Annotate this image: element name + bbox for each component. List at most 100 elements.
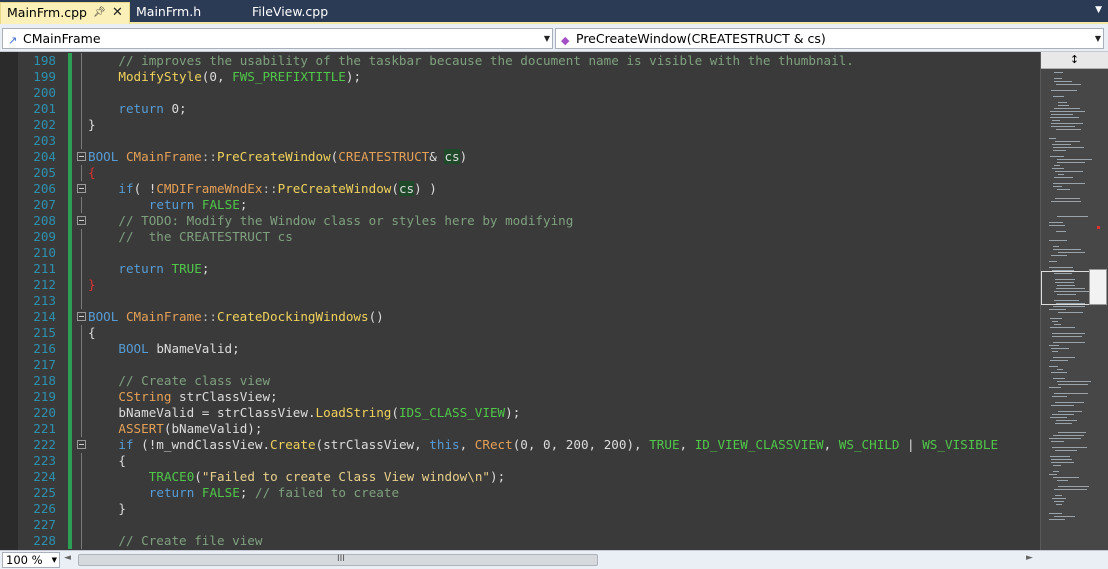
code-line[interactable]: 226} [0,501,1040,517]
scroll-map-line [1051,405,1074,406]
code-token: ; [239,485,255,500]
scroll-map-thumb[interactable] [1089,269,1107,305]
class-combo-value: CMainFrame [23,31,101,46]
scroll-map-line [1051,126,1075,127]
line-number: 228 [33,533,56,548]
tab-fileview-cpp[interactable]: FileView.cpp [246,2,356,24]
change-marker [68,213,72,229]
scroll-map-line [1049,261,1057,262]
code-text: // the CREATESTRUCT cs [118,229,292,245]
code-text: return 0; [118,101,186,117]
line-number: 206 [33,181,56,196]
zoom-value: 100 % [6,553,43,567]
code-line[interactable]: 221 ASSERT(bNameValid); [0,421,1040,437]
code-line[interactable]: 222 if (!m_wndClassView.Create(strClassVi… [0,437,1040,453]
scroll-map-line [1049,474,1057,475]
code-line[interactable]: 210 [0,245,1040,261]
scroll-map-line [1054,273,1072,274]
change-marker [68,389,72,405]
tab-label: MainFrm.cpp [7,5,87,20]
collapse-icon[interactable] [77,440,86,449]
member-combo-value: PreCreateWindow(CREATESTRUCT & cs) [576,31,826,46]
code-token: bNameValid = strClassView. [118,405,316,420]
code-token: // the CREATESTRUCT cs [118,229,293,244]
scroll-right-icon[interactable]: ► [1026,553,1033,563]
chevron-down-icon[interactable]: ▼ [1095,29,1101,48]
code-token: CreateDockingWindows [216,309,369,324]
code-editor[interactable]: 198 // improves the usability of the task… [0,52,1040,550]
code-line[interactable]: 206 if( !CMDIFrameWndEx::PreCreateWindow(… [0,181,1040,197]
scroll-map-line [1051,348,1069,349]
code-line[interactable]: 228 // Create file view [0,533,1040,549]
code-token: PreCreateWindow [277,181,392,196]
code-line[interactable]: 198 // improves the usability of the task… [0,53,1040,69]
code-line[interactable]: 215 { [0,325,1040,341]
code-token: WS_CHILD [838,437,900,452]
code-line[interactable]: 214 BOOL CMainFrame::CreateDockingWindows… [0,309,1040,325]
code-line[interactable]: 212} [0,277,1040,293]
horizontal-scrollbar-thumb[interactable]: III [78,554,598,566]
chevron-down-icon[interactable]: ▼ [52,553,57,567]
scroll-grip: III [337,554,345,564]
zoom-combo[interactable]: 100 % ▼ [2,552,60,568]
scroll-left-icon[interactable]: ◄ [64,553,71,563]
tab-mainfrm-h[interactable]: MainFrm.h [130,2,240,24]
code-line[interactable]: 224 TRACE0("Failed to create Class View w… [0,469,1040,485]
code-line[interactable]: 203 [0,133,1040,149]
code-token: , [823,437,839,452]
scroll-map[interactable]: ↕ [1040,52,1108,550]
scroll-map-line [1051,462,1074,463]
code-text: return TRUE; [118,261,209,277]
code-line[interactable]: 205 { [0,165,1040,181]
code-line[interactable]: 207 return FALSE; [0,197,1040,213]
scroll-map-line [1056,288,1085,289]
code-line[interactable]: 217 [0,357,1040,373]
code-line[interactable]: 218 // Create class view [0,373,1040,389]
line-number: 200 [33,85,56,100]
code-token: 0; [163,101,187,116]
code-line[interactable]: 225 return FALSE; // failed to create [0,485,1040,501]
code-line[interactable]: 201 return 0; [0,101,1040,117]
code-line[interactable]: 204 BOOL CMainFrame::PreCreateWindow(CREA… [0,149,1040,165]
tab-list-dropdown-icon[interactable]: ▼ [1095,5,1102,15]
code-line[interactable]: 200 [0,85,1040,101]
code-token: { [88,165,96,180]
member-combo[interactable]: ◆ PreCreateWindow(CREATESTRUCT & cs) ▼ [555,28,1104,49]
class-combo[interactable]: ↗ CMainFrame ▼ [2,28,553,49]
code-line[interactable]: 209 // the CREATESTRUCT cs [0,229,1040,245]
scroll-map-line [1053,357,1075,358]
code-line[interactable]: 202} [0,117,1040,133]
code-line[interactable]: 223 { [0,453,1040,469]
scroll-map-line [1057,285,1075,286]
code-line[interactable]: 227 [0,517,1040,533]
code-line[interactable]: 220 bNameValid = strClassView.LoadString(… [0,405,1040,421]
scroll-map-line [1053,186,1062,187]
collapse-icon[interactable] [77,216,86,225]
navigation-bar: ↗ CMainFrame ▼ ◆ PreCreateWindow(CREATES… [0,24,1108,52]
change-marker [68,533,72,549]
tab-mainfrm-cpp[interactable]: MainFrm.cpp 📌︎ ✕ [0,2,130,24]
code-token: cs [398,181,415,196]
pin-icon[interactable]: 📌︎ [93,3,106,23]
split-handle-icon[interactable]: ↕ [1041,52,1108,69]
close-icon[interactable]: ✕ [112,3,123,23]
scroll-map-line [1052,396,1067,397]
code-token: (0, 0, 200, 200), [512,437,650,452]
collapse-icon[interactable] [77,184,86,193]
collapse-icon[interactable] [77,312,86,321]
outline-guide [81,53,82,69]
code-line[interactable]: 199 ModifyStyle(0, FWS_PREFIXTITLE); [0,69,1040,85]
code-line[interactable]: 219 CString strClassView; [0,389,1040,405]
line-number: 205 [33,165,56,180]
code-line[interactable]: 208 // TODO: Modify the Window class or s… [0,213,1040,229]
code-line[interactable]: 216 BOOL bNameValid; [0,341,1040,357]
line-number: 221 [33,421,56,436]
code-text: // Create file view [118,533,262,549]
change-marker [68,229,72,245]
code-line[interactable]: 211 return TRUE; [0,261,1040,277]
code-line[interactable]: 213 [0,293,1040,309]
code-text: bNameValid = strClassView.LoadString(IDS… [118,405,520,421]
code-token: ); [490,469,506,484]
chevron-down-icon[interactable]: ▼ [544,29,550,48]
collapse-icon[interactable] [77,152,86,161]
